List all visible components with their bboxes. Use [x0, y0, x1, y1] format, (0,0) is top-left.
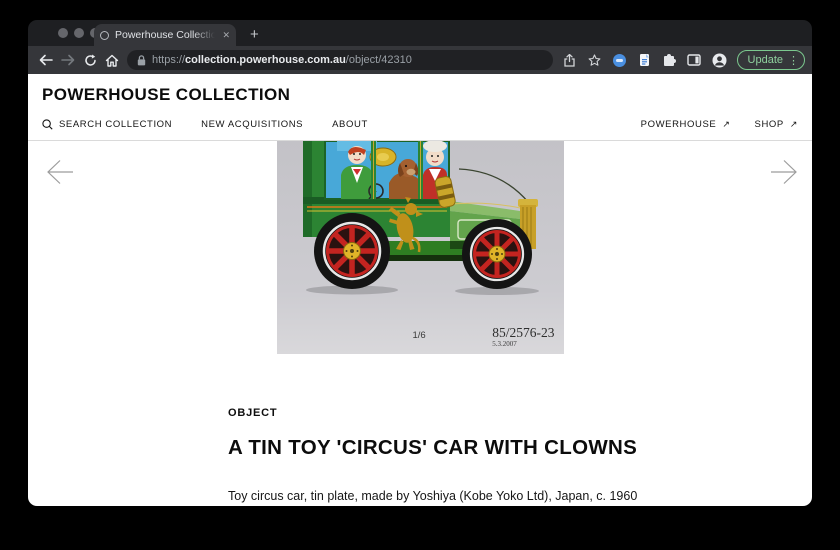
- site-nav-left: SEARCH COLLECTION NEW ACQUISITIONS ABOUT: [42, 119, 368, 130]
- site-nav: SEARCH COLLECTION NEW ACQUISITIONS ABOUT…: [42, 119, 798, 140]
- nav-new-acquisitions-label: NEW ACQUISITIONS: [201, 119, 303, 130]
- share-icon[interactable]: [559, 50, 580, 71]
- photo-date: 5.3.2007: [492, 340, 554, 348]
- nav-search-label: SEARCH COLLECTION: [59, 119, 172, 130]
- extension-docs-icon[interactable]: [634, 50, 655, 71]
- minimize-window-icon[interactable]: [74, 28, 84, 38]
- page-content: POWERHOUSE COLLECTION SEARCH COLLECTION …: [28, 74, 812, 506]
- object-type-eyebrow: OBJECT: [228, 407, 668, 419]
- photo-frame-counter: 1/6: [413, 330, 426, 341]
- photo-id-block: 85/2576-23 5.3.2007: [492, 326, 554, 349]
- nav-new-acquisitions[interactable]: NEW ACQUISITIONS: [201, 119, 303, 130]
- new-tab-button[interactable]: +: [250, 24, 259, 46]
- toolbar-icons: Update ⋮: [559, 50, 805, 71]
- object-photo-tin-toy-car[interactable]: 1/6 85/2576-23 5.3.2007: [277, 141, 564, 354]
- site-header: POWERHOUSE COLLECTION SEARCH COLLECTION …: [28, 74, 812, 141]
- browser-toolbar: https://collection.powerhouse.com.au/obj…: [28, 46, 812, 74]
- back-button[interactable]: [35, 49, 57, 71]
- browser-tab[interactable]: Powerhouse Collection - A tin t ✕: [94, 24, 236, 46]
- nav-shop-label: SHOP: [755, 119, 784, 130]
- update-label: Update: [748, 54, 783, 66]
- previous-image-arrow[interactable]: [45, 158, 75, 186]
- forward-button[interactable]: [57, 49, 79, 71]
- tab-close-icon[interactable]: ✕: [222, 30, 230, 41]
- lock-icon: [137, 55, 146, 66]
- url-scheme: https://: [152, 54, 185, 66]
- favicon-icon: [100, 31, 109, 40]
- home-button[interactable]: [101, 49, 123, 71]
- nav-powerhouse-label: POWERHOUSE: [641, 119, 717, 130]
- external-link-arrow-icon: ↗: [722, 119, 730, 130]
- nav-powerhouse[interactable]: POWERHOUSE ↗: [641, 119, 731, 130]
- side-panel-icon[interactable]: [684, 50, 705, 71]
- bookmark-star-icon[interactable]: [584, 50, 605, 71]
- extensions-puzzle-icon[interactable]: [659, 50, 680, 71]
- object-image-carousel: 1/6 85/2576-23 5.3.2007: [28, 141, 812, 354]
- object-info: OBJECT A TIN TOY 'CIRCUS' CAR WITH CLOWN…: [228, 407, 668, 503]
- refresh-button[interactable]: [79, 49, 101, 71]
- site-nav-right: POWERHOUSE ↗ SHOP ↗: [641, 119, 798, 130]
- kebab-menu-icon: ⋮: [788, 54, 799, 67]
- extension-blue-circle-icon[interactable]: [609, 50, 630, 71]
- site-logo[interactable]: POWERHOUSE COLLECTION: [42, 85, 798, 105]
- nav-shop[interactable]: SHOP ↗: [755, 119, 798, 130]
- search-icon: [42, 119, 53, 130]
- external-link-arrow-icon: ↗: [790, 119, 798, 130]
- nav-about-label: ABOUT: [332, 119, 368, 130]
- browser-window: Powerhouse Collection - A tin t ✕ + http…: [28, 20, 812, 506]
- url-path: /object/42310: [346, 54, 412, 66]
- screenshot-stage: Powerhouse Collection - A tin t ✕ + http…: [0, 0, 840, 550]
- object-registration-number: 85/2576-23: [492, 326, 554, 340]
- profile-avatar-icon[interactable]: [709, 50, 730, 71]
- url-text: https://collection.powerhouse.com.au/obj…: [152, 54, 412, 66]
- address-bar[interactable]: https://collection.powerhouse.com.au/obj…: [127, 50, 553, 70]
- url-host: collection.powerhouse.com.au: [185, 54, 346, 66]
- nav-search-collection[interactable]: SEARCH COLLECTION: [42, 119, 172, 130]
- next-image-arrow[interactable]: [769, 158, 799, 186]
- tab-title: Powerhouse Collection - A tin t: [115, 29, 215, 41]
- object-title: A TIN TOY 'CIRCUS' CAR WITH CLOWNS: [228, 436, 668, 460]
- close-window-icon[interactable]: [58, 28, 68, 38]
- nav-about[interactable]: ABOUT: [332, 119, 368, 130]
- update-menu-button[interactable]: Update ⋮: [737, 50, 805, 70]
- object-description: Toy circus car, tin plate, made by Yoshi…: [228, 489, 668, 503]
- tab-strip: Powerhouse Collection - A tin t ✕ +: [28, 20, 812, 46]
